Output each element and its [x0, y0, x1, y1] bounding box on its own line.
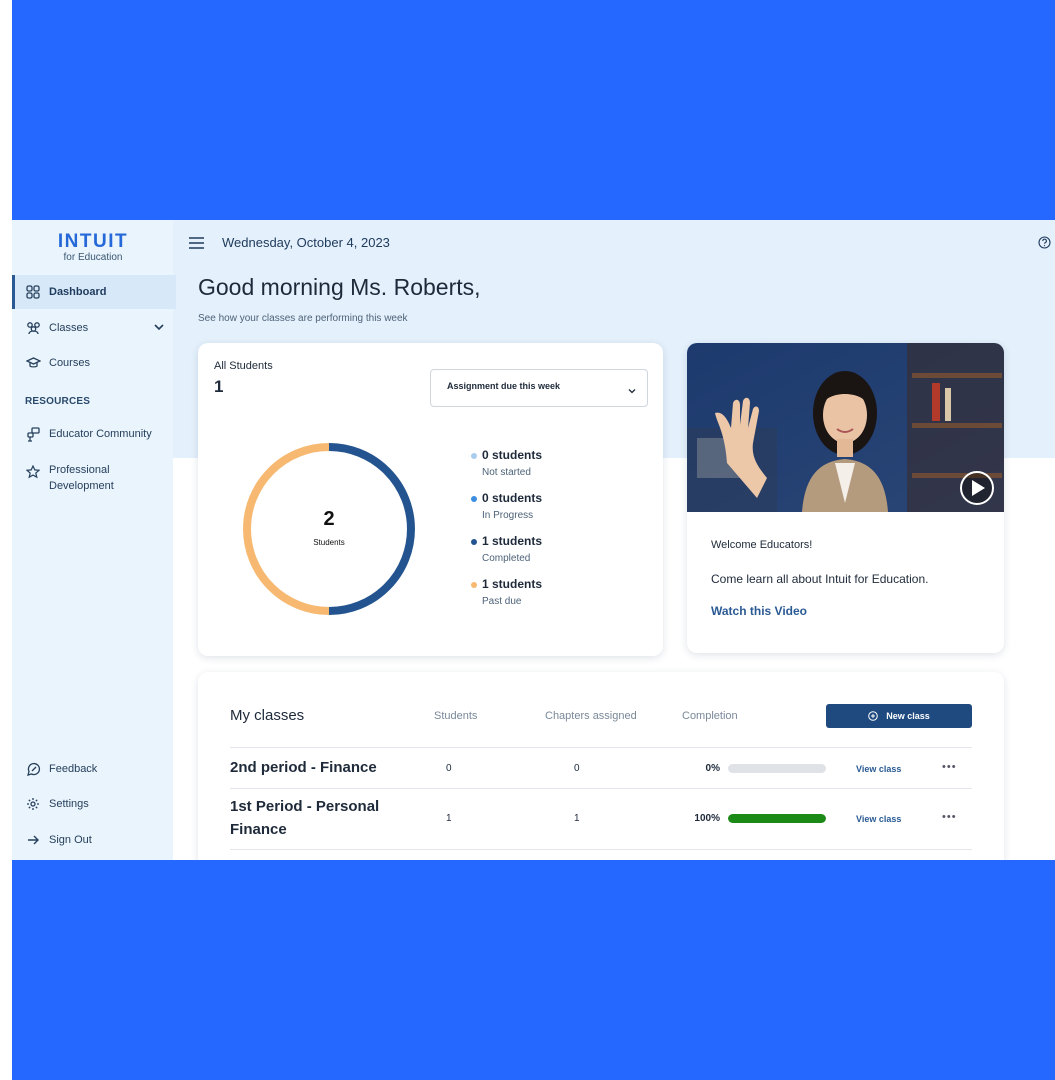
- students-summary-card: All Students 1 Assignment due this week …: [198, 343, 663, 656]
- completion-progress-fill: [728, 814, 826, 823]
- new-class-button[interactable]: New class: [826, 704, 972, 728]
- video-thumbnail[interactable]: [687, 343, 1004, 512]
- legend-count: 1 students: [482, 577, 543, 591]
- group-icon: [25, 320, 41, 336]
- chevron-down-icon[interactable]: [153, 321, 165, 336]
- sidebar-item-classes[interactable]: Classes: [12, 311, 173, 345]
- graduation-cap-icon: [25, 355, 41, 371]
- class-students: 1: [446, 813, 452, 824]
- divider: [230, 788, 972, 789]
- legend-dot: [471, 453, 477, 459]
- sidebar-item-label: Courses: [49, 357, 90, 369]
- sidebar-item-educator-community[interactable]: Educator Community: [12, 417, 173, 451]
- brand-name: INTUIT: [57, 231, 129, 252]
- legend-dot: [471, 496, 477, 502]
- view-class-link[interactable]: View class: [856, 814, 901, 824]
- help-icon[interactable]: [1038, 236, 1051, 254]
- app-window: INTUIT for Education Dashboard Classes C…: [12, 220, 1055, 860]
- legend-count: 1 students: [482, 534, 543, 548]
- hamburger-menu-icon[interactable]: [189, 236, 204, 254]
- legend-status: Past due: [482, 596, 522, 607]
- sidebar: INTUIT for Education Dashboard Classes C…: [12, 220, 176, 860]
- sidebar-item-label: Settings: [49, 798, 89, 810]
- play-icon[interactable]: [961, 472, 993, 504]
- star-icon: [25, 464, 41, 480]
- current-date: Wednesday, October 4, 2023: [222, 235, 390, 250]
- feedback-icon: [25, 761, 41, 777]
- sidebar-item-sign-out[interactable]: Sign Out: [12, 823, 173, 857]
- class-completion: 100%: [694, 813, 720, 824]
- grid-icon: [25, 284, 41, 300]
- class-name[interactable]: 1st Period - Personal Finance: [230, 795, 400, 841]
- sidebar-item-professional-development[interactable]: Professional Development: [12, 462, 173, 502]
- donut-label: Students: [313, 538, 345, 547]
- assignment-filter-select[interactable]: Assignment due this week: [430, 369, 648, 407]
- watch-video-link[interactable]: Watch this Video: [711, 604, 807, 618]
- legend-status: In Progress: [482, 510, 534, 521]
- sidebar-item-dashboard[interactable]: Dashboard: [12, 275, 176, 309]
- sidebar-item-label: Sign Out: [49, 834, 92, 846]
- resources-heading: RESOURCES: [25, 396, 91, 407]
- sidebar-item-label: Professional Development: [49, 464, 114, 492]
- sidebar-item-courses[interactable]: Courses: [12, 346, 173, 380]
- sidebar-item-feedback[interactable]: Feedback: [12, 752, 173, 786]
- donut-total: 2: [323, 508, 335, 530]
- arrow-right-icon: [25, 832, 41, 848]
- new-class-label: New class: [886, 711, 930, 721]
- all-students-label: All Students: [214, 360, 273, 372]
- brand-subtitle: for Education: [63, 252, 123, 263]
- divider: [230, 747, 972, 748]
- all-students-count: 1: [214, 377, 224, 396]
- class-chapters: 1: [574, 813, 580, 824]
- class-completion: 0%: [705, 763, 720, 774]
- my-classes-title: My classes: [230, 707, 305, 724]
- legend-status: Completed: [482, 553, 531, 564]
- community-icon: [25, 426, 41, 442]
- more-options-icon[interactable]: •••: [942, 811, 957, 823]
- view-class-link[interactable]: View class: [856, 764, 901, 774]
- legend-count: 0 students: [482, 448, 543, 462]
- chevron-down-icon: [627, 383, 637, 401]
- class-name[interactable]: 2nd period - Finance: [230, 756, 400, 779]
- sidebar-item-settings[interactable]: Settings: [12, 787, 173, 821]
- video-title: Welcome Educators!: [711, 539, 813, 551]
- page-subtitle: See how your classes are performing this…: [198, 313, 408, 324]
- legend-dot: [471, 539, 477, 545]
- brand-logo[interactable]: INTUIT for Education: [48, 232, 138, 264]
- column-header-students: Students: [434, 710, 478, 722]
- legend-status: Not started: [482, 467, 531, 478]
- sidebar-item-label: Dashboard: [49, 286, 107, 298]
- video-description: Come learn all about Intuit for Educatio…: [711, 572, 929, 586]
- legend-dot: [471, 582, 477, 588]
- completion-progress-bar: [728, 764, 826, 773]
- more-options-icon[interactable]: •••: [942, 761, 957, 773]
- sidebar-item-label: Educator Community: [49, 428, 152, 440]
- my-classes-card: My classes Students Chapters assigned Co…: [198, 672, 1004, 860]
- column-header-completion: Completion: [682, 710, 738, 722]
- column-header-chapters: Chapters assigned: [545, 710, 637, 722]
- completion-progress-bar: [728, 814, 826, 823]
- plus-circle-icon: [868, 711, 879, 721]
- class-students: 0: [446, 763, 452, 774]
- assignment-filter-value: Assignment due this week: [447, 381, 561, 391]
- divider: [230, 849, 972, 850]
- legend-count: 0 students: [482, 491, 543, 505]
- sidebar-item-label: Feedback: [49, 763, 98, 775]
- page-title: Good morning Ms. Roberts,: [198, 274, 481, 300]
- sidebar-item-label: Classes: [49, 322, 89, 334]
- class-chapters: 0: [574, 763, 580, 774]
- welcome-video-card: Welcome Educators! Come learn all about …: [687, 343, 1004, 653]
- gear-icon: [25, 796, 41, 812]
